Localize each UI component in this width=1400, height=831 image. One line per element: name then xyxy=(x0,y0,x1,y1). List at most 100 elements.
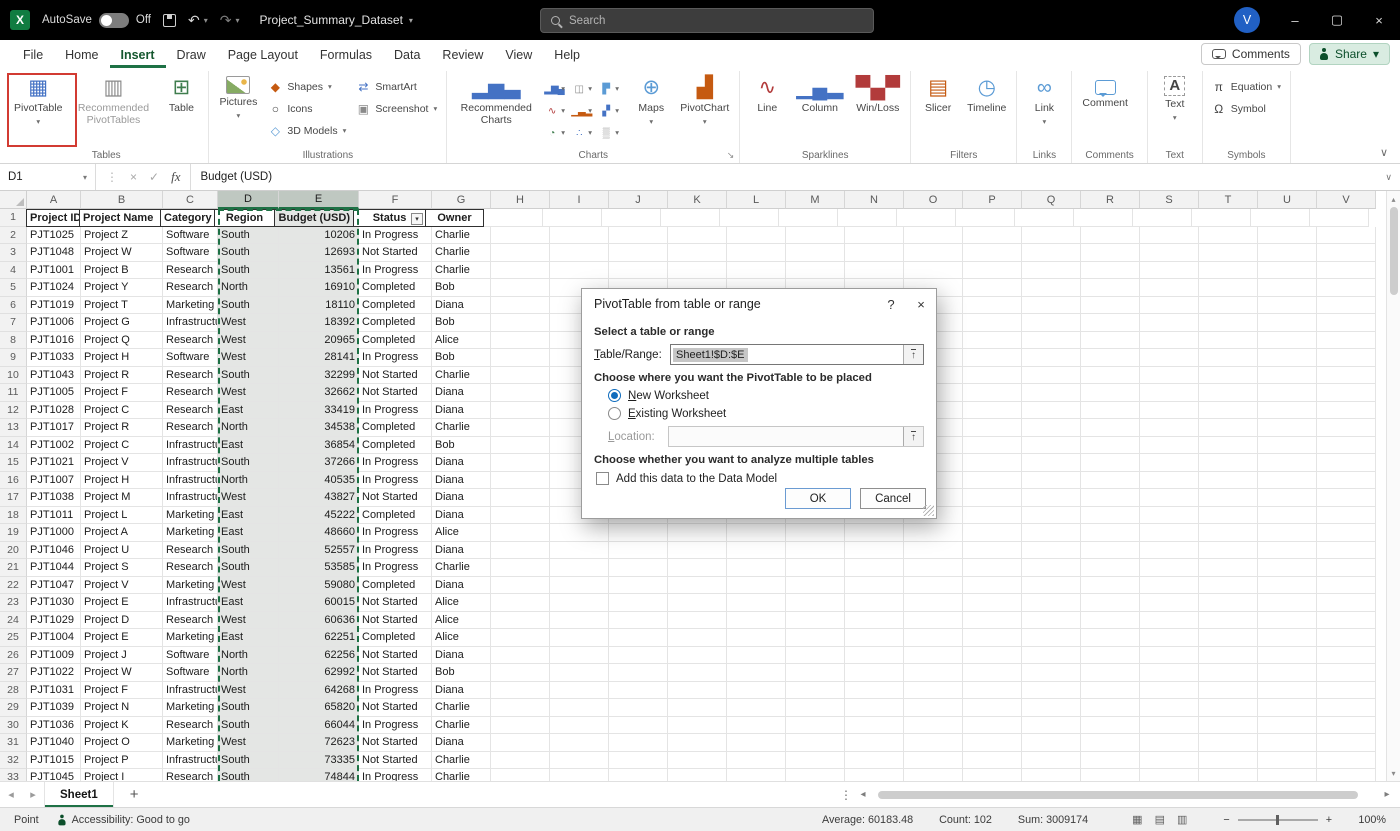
cell[interactable] xyxy=(491,419,550,437)
normal-view-icon[interactable]: ▦ xyxy=(1132,813,1142,826)
cell[interactable] xyxy=(491,227,550,245)
row-number[interactable]: 3 xyxy=(0,244,27,262)
cell[interactable] xyxy=(1140,612,1199,630)
cell[interactable] xyxy=(1199,419,1258,437)
cell[interactable] xyxy=(1317,227,1376,245)
cell[interactable]: Not Started xyxy=(359,752,432,770)
cell[interactable]: Charlie xyxy=(432,244,491,262)
cell[interactable] xyxy=(1015,209,1074,227)
cell[interactable] xyxy=(963,297,1022,315)
cell[interactable] xyxy=(904,227,963,245)
cell[interactable]: Diana xyxy=(432,402,491,420)
cell[interactable] xyxy=(786,612,845,630)
insert-function-icon[interactable]: fx xyxy=(171,169,180,185)
cell[interactable] xyxy=(550,594,609,612)
cell[interactable]: 34538 xyxy=(279,419,359,437)
cell[interactable]: 10206 xyxy=(279,227,359,245)
cell[interactable] xyxy=(1081,734,1140,752)
cell[interactable] xyxy=(786,769,845,781)
pivottable-button[interactable]: ▦ PivotTable ▾ xyxy=(9,71,67,126)
cell[interactable]: Alice xyxy=(432,332,491,350)
sheet-bar-divider-icon[interactable]: ⋮ xyxy=(840,788,852,802)
cell[interactable]: PJT1017 xyxy=(27,419,81,437)
cell[interactable] xyxy=(1022,227,1081,245)
cell[interactable] xyxy=(1081,367,1140,385)
cell[interactable] xyxy=(491,682,550,700)
row-number[interactable]: 32 xyxy=(0,752,27,770)
cell[interactable]: Marketing xyxy=(163,577,218,595)
cell[interactable] xyxy=(727,682,786,700)
cell[interactable] xyxy=(1258,647,1317,665)
surface-chart-button[interactable]: ▒▾ xyxy=(598,122,625,144)
cell[interactable] xyxy=(963,262,1022,280)
cell[interactable] xyxy=(963,367,1022,385)
row-number[interactable]: 21 xyxy=(0,559,27,577)
pie-chart-button[interactable]: ◔▾ xyxy=(544,122,571,144)
dialog-close-icon[interactable]: × xyxy=(906,289,936,319)
cell[interactable] xyxy=(845,699,904,717)
cell[interactable] xyxy=(845,542,904,560)
radio-unselected-icon[interactable] xyxy=(608,407,621,420)
cell[interactable]: PJT1048 xyxy=(27,244,81,262)
cell[interactable] xyxy=(838,209,897,227)
cell[interactable]: South xyxy=(218,752,279,770)
cell[interactable] xyxy=(786,227,845,245)
cell[interactable] xyxy=(963,314,1022,332)
cell[interactable] xyxy=(1081,402,1140,420)
cell[interactable]: Project F xyxy=(81,384,163,402)
cell[interactable]: Bob xyxy=(432,279,491,297)
cell[interactable]: 62256 xyxy=(279,647,359,665)
cell[interactable] xyxy=(1140,542,1199,560)
cell[interactable] xyxy=(1199,577,1258,595)
cell[interactable] xyxy=(1140,367,1199,385)
cell[interactable] xyxy=(1022,472,1081,490)
cell[interactable]: Project B xyxy=(81,262,163,280)
sparkline-line-button[interactable]: ∿ Line xyxy=(745,71,789,115)
cell[interactable] xyxy=(661,209,720,227)
cell[interactable] xyxy=(727,629,786,647)
cell[interactable] xyxy=(1140,419,1199,437)
cell[interactable] xyxy=(786,542,845,560)
cell[interactable]: Project N xyxy=(81,699,163,717)
cell[interactable] xyxy=(1317,437,1376,455)
cell[interactable] xyxy=(727,612,786,630)
cell[interactable] xyxy=(491,752,550,770)
existing-worksheet-option[interactable]: Existing Worksheet xyxy=(608,407,924,420)
cell[interactable] xyxy=(1258,384,1317,402)
cell[interactable] xyxy=(963,612,1022,630)
cell[interactable] xyxy=(1140,664,1199,682)
cell[interactable] xyxy=(491,507,550,525)
cell[interactable]: PJT1002 xyxy=(27,437,81,455)
cell[interactable] xyxy=(1081,349,1140,367)
cell[interactable] xyxy=(1081,384,1140,402)
cell[interactable] xyxy=(1317,332,1376,350)
cell[interactable]: 59080 xyxy=(279,577,359,595)
cell[interactable] xyxy=(1140,384,1199,402)
cell[interactable] xyxy=(1140,297,1199,315)
scroll-down-icon[interactable]: ▾ xyxy=(1391,765,1395,781)
row-number[interactable]: 13 xyxy=(0,419,27,437)
cell[interactable]: PJT1044 xyxy=(27,559,81,577)
cell[interactable]: Research xyxy=(163,542,218,560)
cell[interactable]: Not Started xyxy=(359,367,432,385)
cell[interactable] xyxy=(1140,507,1199,525)
column-header-H[interactable]: H xyxy=(491,191,550,209)
cell[interactable] xyxy=(1022,297,1081,315)
cell[interactable] xyxy=(1258,349,1317,367)
cell[interactable]: 62251 xyxy=(279,629,359,647)
data-model-option[interactable]: Add this data to the Data Model xyxy=(596,472,924,485)
cell[interactable]: Charlie xyxy=(432,227,491,245)
cell[interactable] xyxy=(491,454,550,472)
cell[interactable]: Diana xyxy=(432,472,491,490)
cell[interactable] xyxy=(1258,454,1317,472)
statistic-chart-button[interactable]: ▁▃▂▾ xyxy=(571,100,598,122)
cell[interactable]: In Progress xyxy=(359,769,432,781)
cell[interactable] xyxy=(491,594,550,612)
table-range-input[interactable]: Sheet1!$D:$E ↑ xyxy=(670,344,924,365)
cell[interactable] xyxy=(491,647,550,665)
cell[interactable]: Project T xyxy=(81,297,163,315)
cell[interactable] xyxy=(491,699,550,717)
cell[interactable] xyxy=(668,577,727,595)
cell[interactable] xyxy=(1317,402,1376,420)
cell[interactable] xyxy=(1199,752,1258,770)
